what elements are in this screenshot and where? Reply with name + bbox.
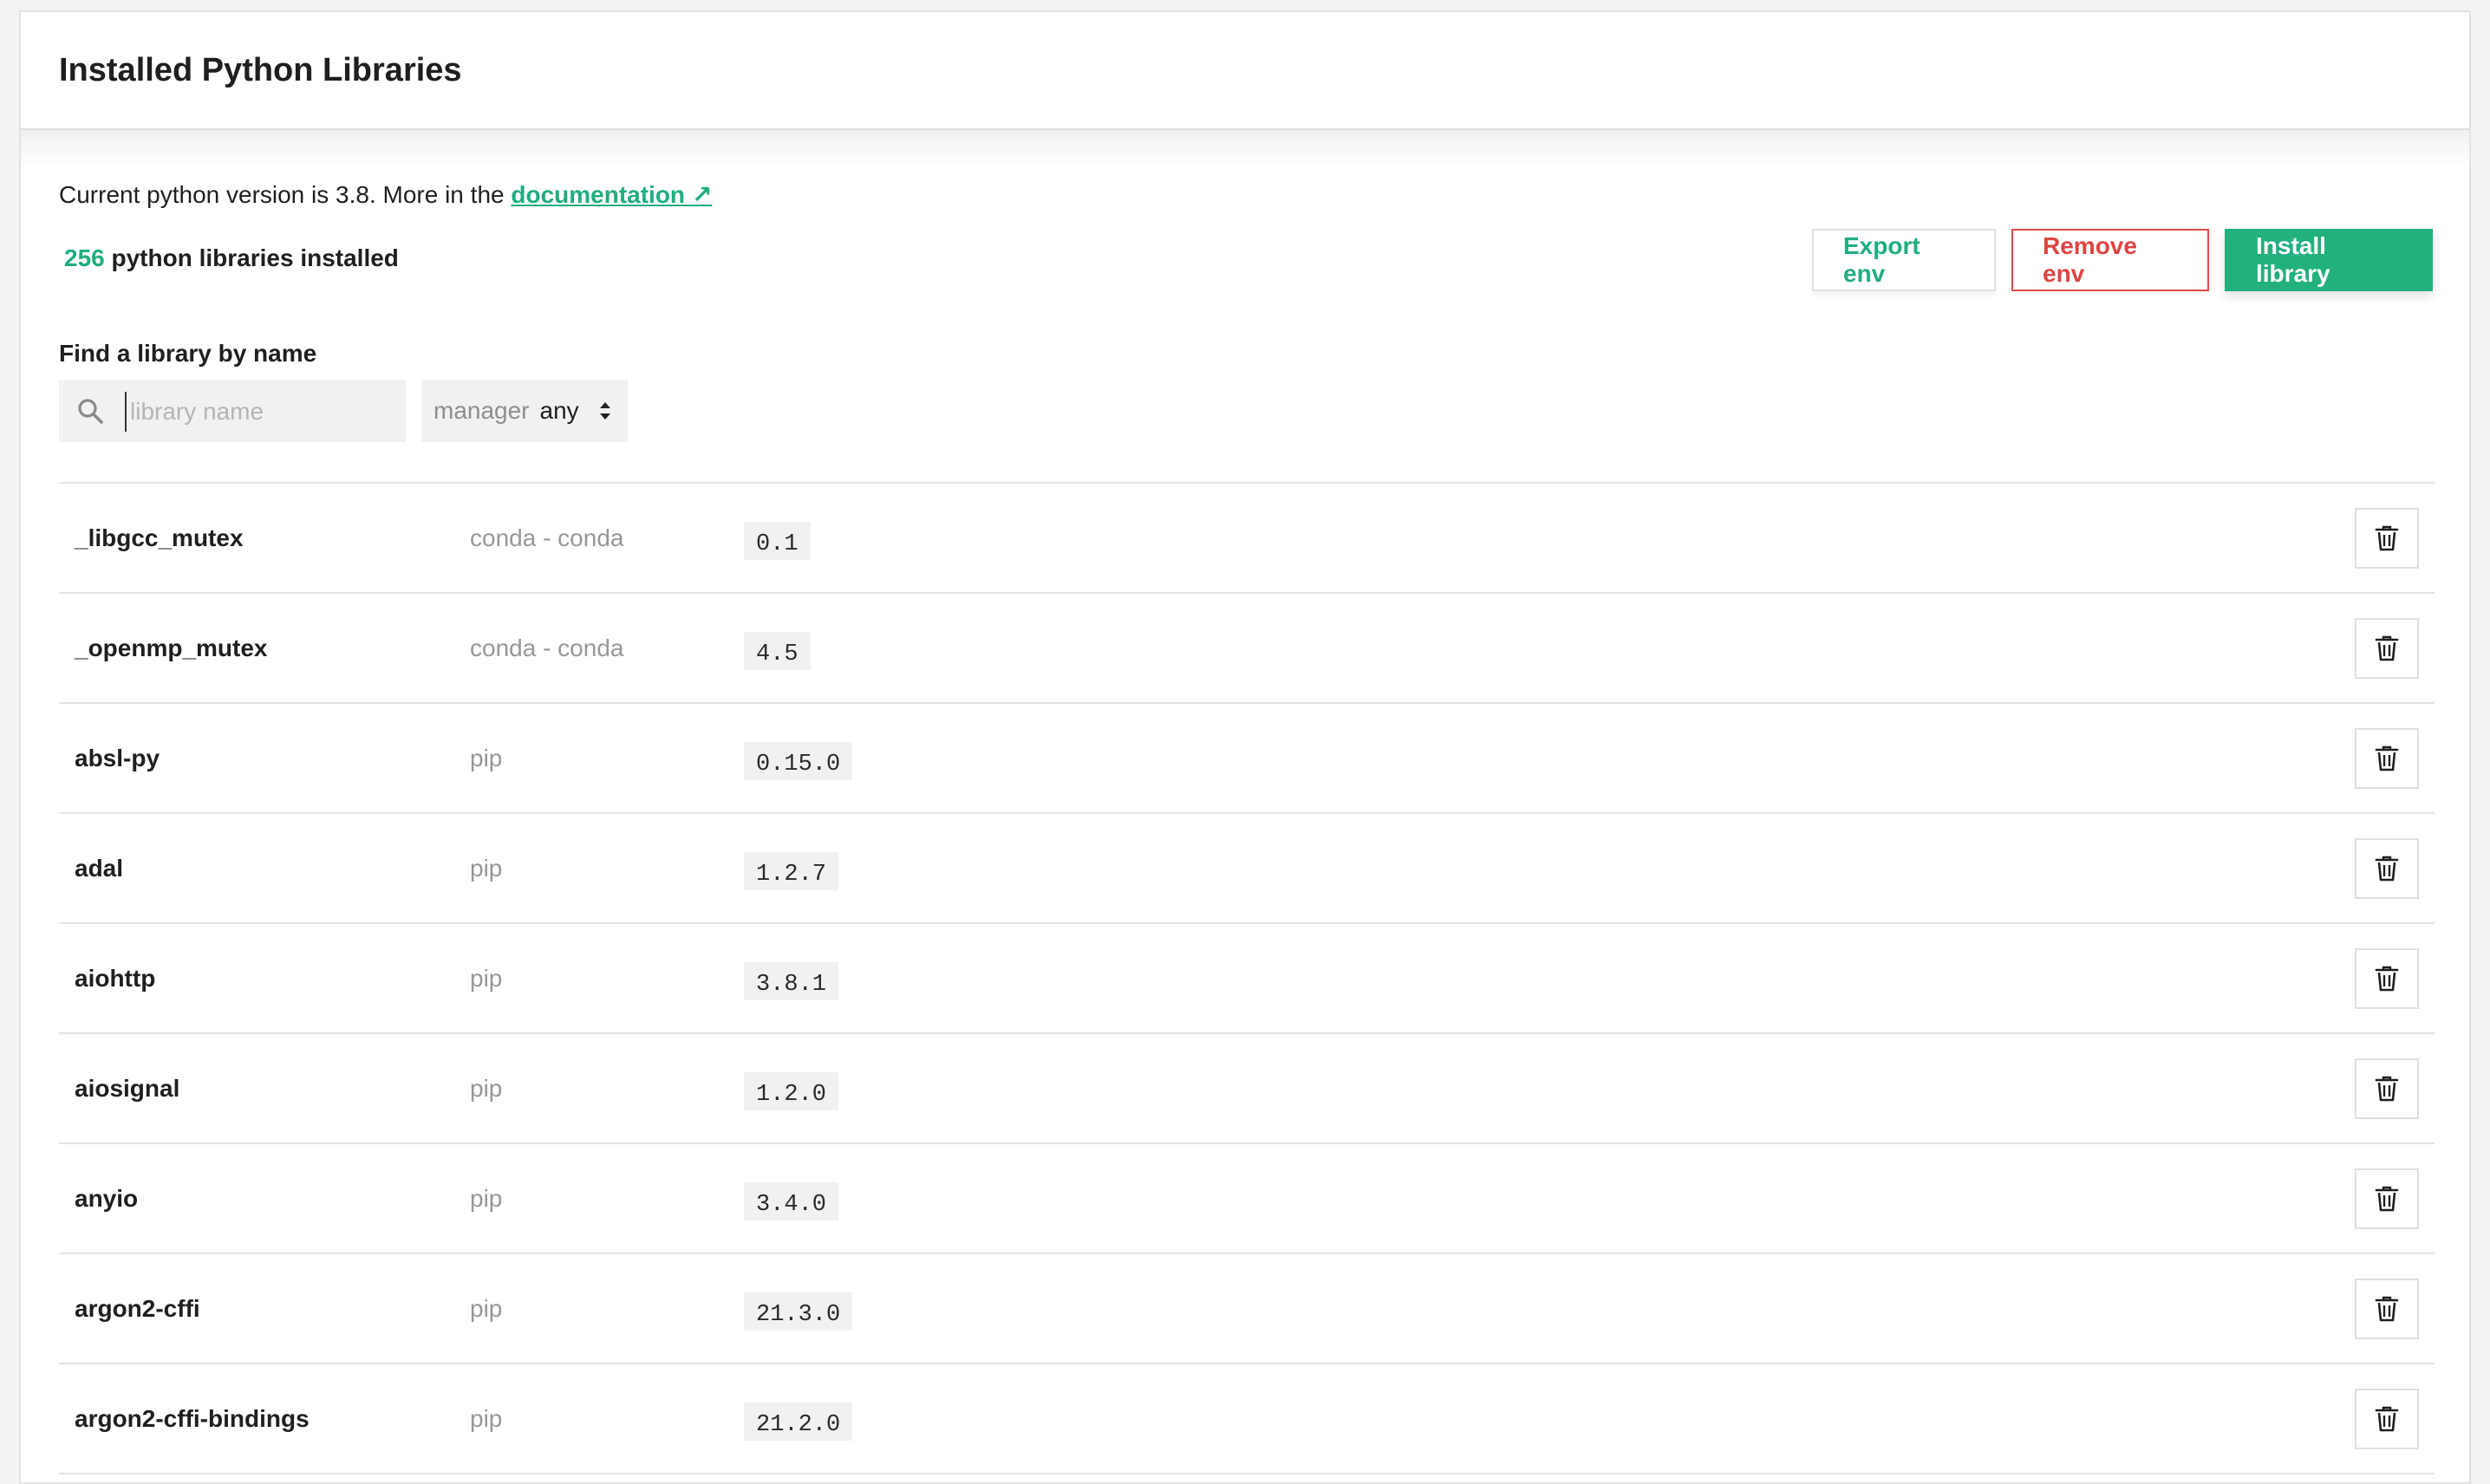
page-title: Installed Python Libraries <box>59 52 462 88</box>
library-version: 1.2.7 <box>744 852 839 890</box>
library-manager: conda - conda <box>470 635 624 661</box>
delete-library-button[interactable] <box>2355 1389 2419 1449</box>
library-version: 0.1 <box>744 522 811 560</box>
search-input[interactable] <box>125 392 401 432</box>
trash-icon <box>2375 1186 2399 1212</box>
library-version: 4.5 <box>744 632 811 670</box>
trash-icon <box>2375 1076 2399 1102</box>
trash-icon <box>2375 1296 2399 1322</box>
trash-icon <box>2375 525 2399 551</box>
library-name: _libgcc_mutex <box>75 524 244 551</box>
panel-header: Installed Python Libraries <box>21 12 2469 130</box>
library-manager: pip <box>470 1075 503 1102</box>
remove-env-button[interactable]: Remove env <box>2011 229 2209 291</box>
trash-icon <box>2375 635 2399 661</box>
delete-library-button[interactable] <box>2355 1058 2419 1119</box>
trash-icon <box>2375 745 2399 771</box>
libraries-panel: Installed Python Libraries Current pytho… <box>19 10 2471 1484</box>
table-row: anyio pip 3.4.0 <box>59 1144 2435 1254</box>
documentation-link[interactable]: documentation ↗ <box>511 181 712 208</box>
library-manager: pip <box>470 855 503 882</box>
library-manager: pip <box>470 1185 503 1212</box>
library-name: aiohttp <box>75 965 156 992</box>
table-row: adal pip 1.2.7 <box>59 814 2435 924</box>
library-version: 1.2.0 <box>744 1072 839 1110</box>
trash-icon <box>2375 966 2399 992</box>
search-box[interactable] <box>59 380 406 442</box>
table-row: argon2-cffi pip 21.3.0 <box>59 1254 2435 1364</box>
library-name: argon2-cffi <box>75 1295 200 1322</box>
manager-select[interactable]: manager any <box>421 380 628 442</box>
table-row: _libgcc_mutex conda - conda 0.1 <box>59 484 2435 594</box>
table-row: _openmp_mutex conda - conda 4.5 <box>59 594 2435 704</box>
libraries-table: _libgcc_mutex conda - conda 0.1 _openmp_… <box>59 482 2435 1474</box>
libraries-count-number: 256 <box>64 244 105 271</box>
library-version: 0.15.0 <box>744 742 853 780</box>
manager-select-value: any <box>539 397 579 424</box>
delete-library-button[interactable] <box>2355 1279 2419 1339</box>
delete-library-button[interactable] <box>2355 508 2419 569</box>
library-name: argon2-cffi-bindings <box>75 1405 310 1432</box>
library-name: aiosignal <box>75 1075 180 1102</box>
library-name: _openmp_mutex <box>75 635 268 661</box>
header-shadow <box>21 130 2469 168</box>
search-icon <box>78 399 103 424</box>
trash-icon <box>2375 856 2399 882</box>
library-manager: pip <box>470 745 503 771</box>
env-actions: Export env Remove env Install library <box>1812 229 2433 291</box>
python-version-text: Current python version is 3.8. More in t… <box>59 181 512 208</box>
library-manager: pip <box>470 1405 503 1432</box>
library-version: 21.3.0 <box>744 1292 853 1331</box>
table-row: aiosignal pip 1.2.0 <box>59 1034 2435 1144</box>
delete-library-button[interactable] <box>2355 618 2419 679</box>
table-row: aiohttp pip 3.8.1 <box>59 924 2435 1034</box>
manager-select-label: manager <box>433 397 530 424</box>
chevron-updown-icon <box>600 402 610 420</box>
table-row: absl-py pip 0.15.0 <box>59 704 2435 814</box>
table-row: argon2-cffi-bindings pip 21.2.0 <box>59 1364 2435 1474</box>
library-name: adal <box>75 855 124 882</box>
library-version: 3.8.1 <box>744 962 839 1000</box>
library-name: absl-py <box>75 745 160 771</box>
delete-library-button[interactable] <box>2355 838 2419 899</box>
library-manager: pip <box>470 965 503 992</box>
install-library-button[interactable]: Install library <box>2225 229 2433 291</box>
python-version-info: Current python version is 3.8. More in t… <box>59 180 712 209</box>
libraries-count: 256 python libraries installed <box>64 244 399 272</box>
trash-icon <box>2375 1406 2399 1432</box>
search-label: Find a library by name <box>59 340 317 367</box>
library-version: 3.4.0 <box>744 1182 839 1220</box>
library-manager: conda - conda <box>470 524 624 551</box>
delete-library-button[interactable] <box>2355 1168 2419 1229</box>
library-manager: pip <box>470 1295 503 1322</box>
delete-library-button[interactable] <box>2355 728 2419 789</box>
library-name: anyio <box>75 1185 139 1212</box>
libraries-count-label: python libraries installed <box>104 244 399 271</box>
library-version: 21.2.0 <box>744 1403 853 1441</box>
delete-library-button[interactable] <box>2355 948 2419 1009</box>
export-env-button[interactable]: Export env <box>1812 229 1996 291</box>
